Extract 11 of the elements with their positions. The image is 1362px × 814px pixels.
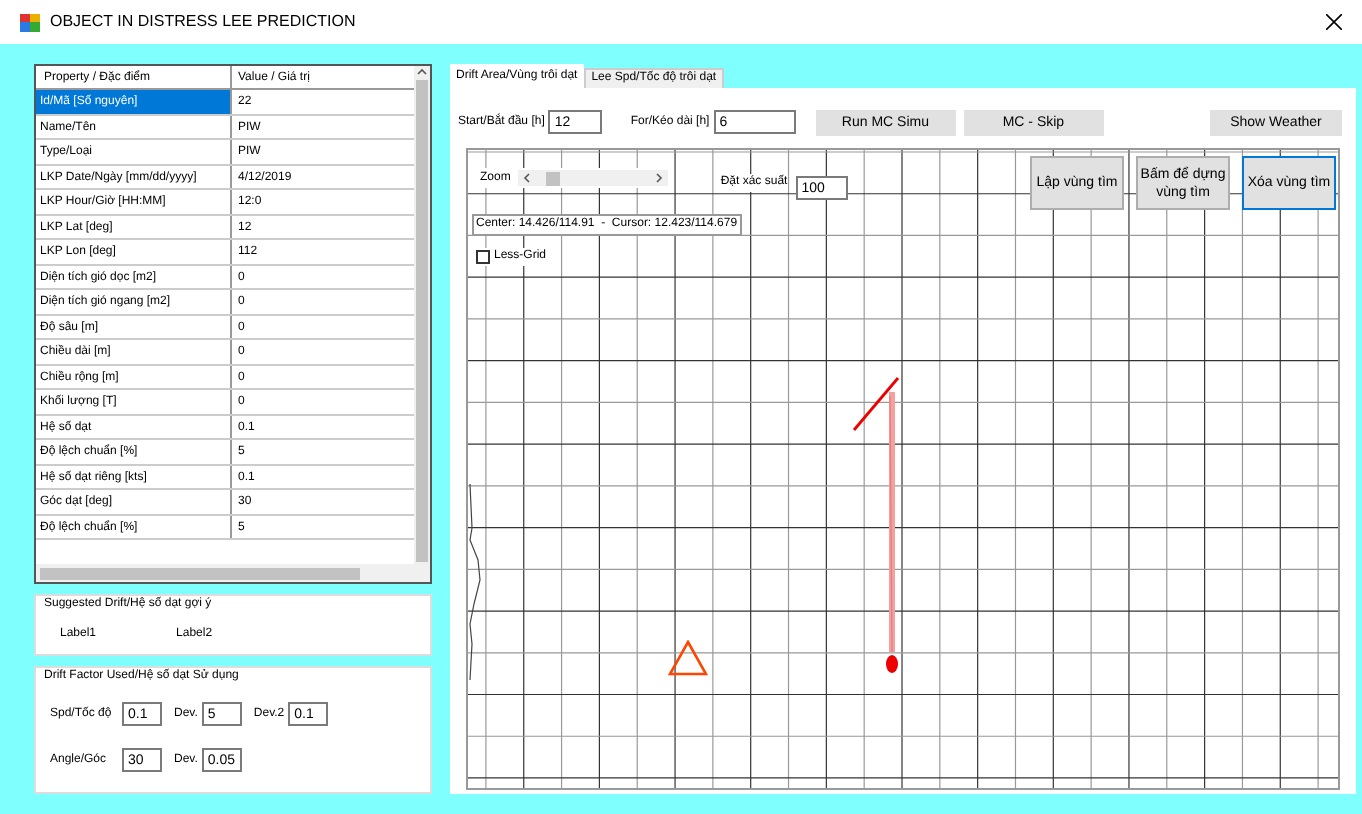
scroll-up-icon[interactable] bbox=[416, 66, 428, 78]
triangle-icon bbox=[668, 640, 708, 676]
zoom-thumb[interactable] bbox=[546, 171, 561, 185]
window-title: OBJECT IN DISTRESS LEE PREDICTION bbox=[50, 10, 356, 34]
checkbox[interactable] bbox=[476, 250, 490, 264]
app-icon bbox=[20, 13, 40, 31]
scroll-left-icon[interactable] bbox=[522, 172, 533, 184]
horizontal-scrollbar[interactable] bbox=[36, 564, 430, 583]
vertical-scrollbar[interactable] bbox=[414, 66, 430, 565]
close-icon[interactable] bbox=[1326, 14, 1342, 30]
scroll-right-icon[interactable] bbox=[654, 172, 665, 184]
